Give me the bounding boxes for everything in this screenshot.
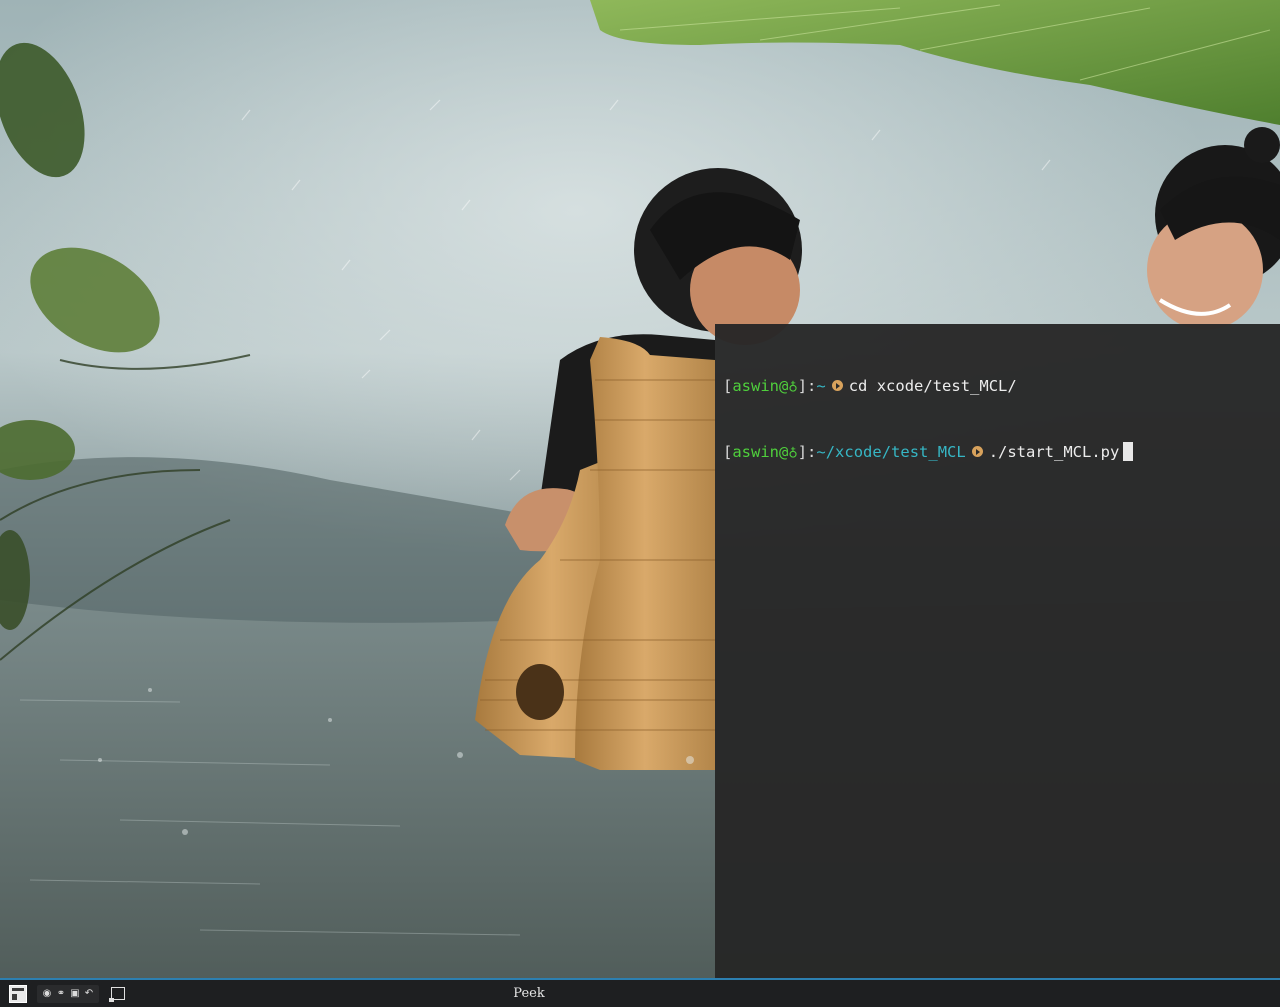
prompt-path: ~/xcode/test_MCL	[816, 443, 966, 461]
prompt-host-glyph: ♁	[788, 377, 798, 395]
prompt-bracket: ]	[797, 443, 808, 461]
prompt-host-glyph: ♁	[788, 443, 798, 461]
prompt-colon: :	[807, 377, 817, 395]
terminal-window[interactable]: [aswin@♁]:~ cd xcode/test_MCL/ [aswin@♁]:…	[715, 324, 1280, 1000]
prompt-arrow-icon	[971, 446, 983, 457]
text-cursor	[1123, 442, 1134, 461]
desktop: [aswin@♁]:~ cd xcode/test_MCL/ [aswin@♁]:…	[0, 0, 1280, 1007]
terminal-line: [aswin@♁]:~/xcode/test_MCL ./start_MCL.py	[723, 441, 1280, 463]
terminal-command-input[interactable]: ./start_MCL.py	[989, 443, 1120, 461]
terminal-command: cd xcode/test_MCL/	[848, 377, 1017, 395]
prompt-bracket: ]	[797, 377, 808, 395]
taskbar: ◉ ⚭ ▣ ↶ Peek	[0, 978, 1280, 1007]
prompt-bracket: [	[723, 377, 733, 395]
prompt-bracket: [	[723, 443, 733, 461]
prompt-path: ~	[816, 377, 826, 395]
prompt-user: aswin@	[732, 377, 789, 395]
terminal-line: [aswin@♁]:~ cd xcode/test_MCL/	[723, 375, 1280, 397]
prompt-colon: :	[807, 443, 817, 461]
active-window-title[interactable]: Peek	[0, 986, 1058, 1001]
prompt-arrow-icon	[831, 380, 843, 391]
prompt-user: aswin@	[732, 443, 789, 461]
